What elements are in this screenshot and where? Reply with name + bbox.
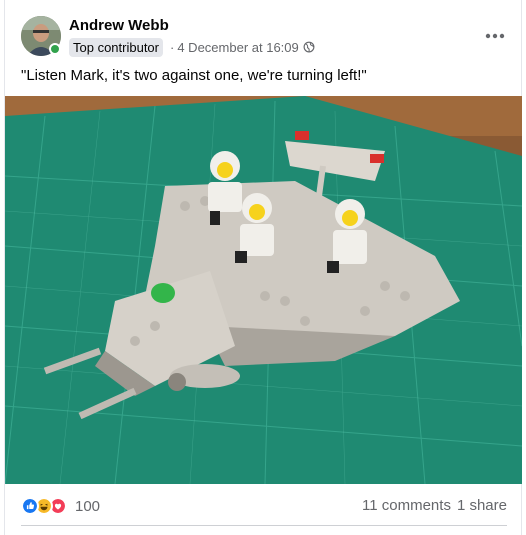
post-photo[interactable] (5, 96, 522, 484)
shares-count-link[interactable]: 1 share (457, 497, 507, 514)
top-contributor-badge[interactable]: Top contributor (69, 37, 163, 57)
online-status-indicator (49, 43, 61, 55)
post-meta: Top contributor · 4 December at 16:09 (69, 37, 315, 57)
post-text: "Listen Mark, it's two against one, we'r… (21, 67, 367, 84)
reaction-count: 100 (75, 497, 101, 515)
more-options-button[interactable] (479, 20, 511, 52)
reactions-summary[interactable]: 100 (21, 496, 100, 516)
like-icon (21, 497, 39, 515)
comments-count-link[interactable]: 11 comments (362, 497, 451, 514)
post-timestamp[interactable]: 4 December at 16:09 (177, 40, 298, 55)
post-card: Andrew Webb Top contributor · 4 December… (4, 0, 522, 535)
meta-separator: · (170, 39, 175, 55)
footer-divider (21, 525, 507, 526)
author-name[interactable]: Andrew Webb (69, 17, 169, 34)
engagement-stats: 11 comments 1 share (362, 497, 507, 514)
post-header: Andrew Webb Top contributor · 4 December… (5, 0, 523, 64)
globe-icon[interactable] (303, 41, 315, 53)
more-options-icon (485, 33, 505, 39)
post-footer: 100 11 comments 1 share (5, 484, 523, 535)
